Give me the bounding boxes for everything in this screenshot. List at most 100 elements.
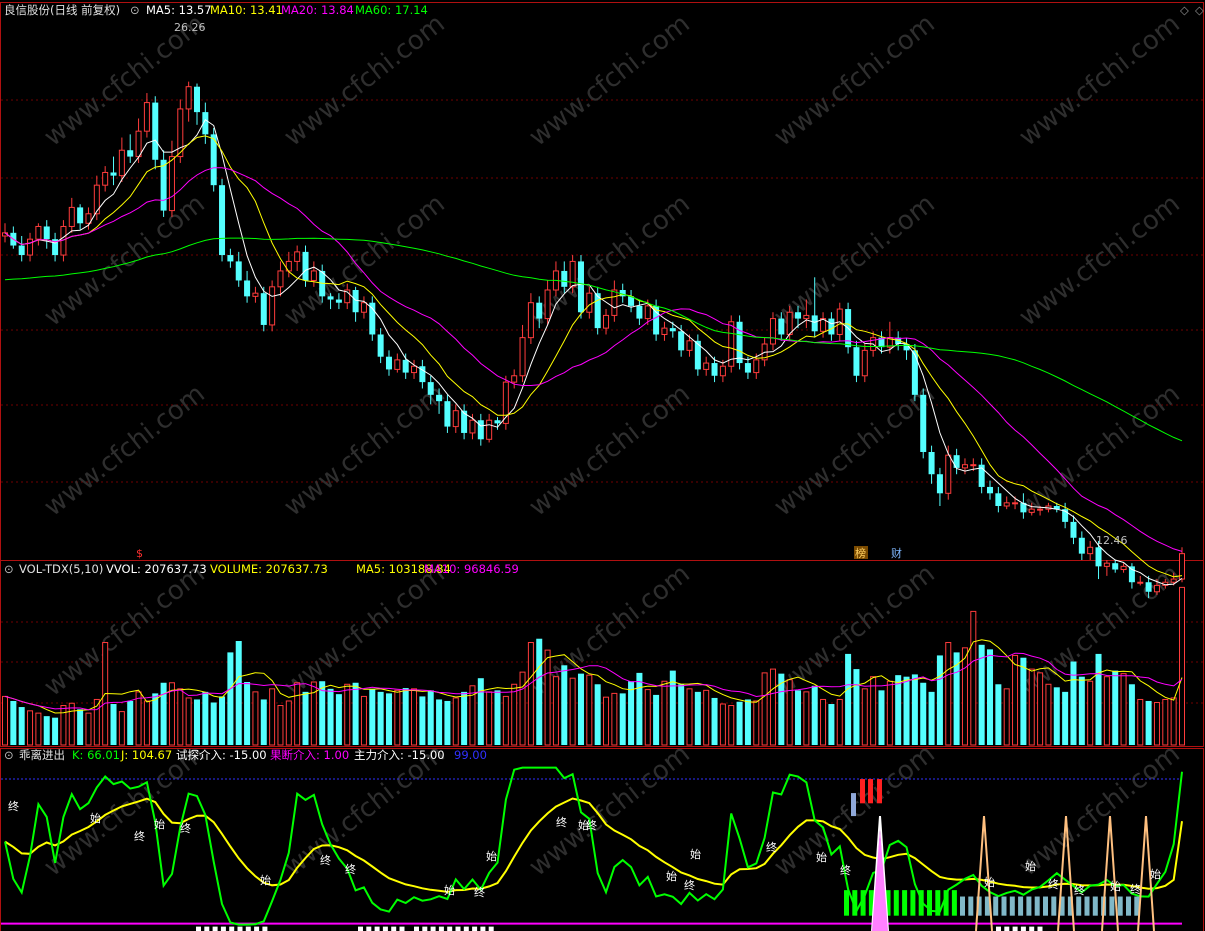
- volume-bar: [52, 717, 59, 745]
- vol-collapse-icon[interactable]: ⊙: [4, 562, 14, 576]
- volume-bar: [10, 700, 17, 745]
- volume-bar: [753, 700, 760, 746]
- volume-bar: [769, 668, 776, 746]
- watermark-text: www.cfchi.com: [39, 559, 211, 703]
- price-title: 良信股份(日线 前复权): [4, 3, 120, 17]
- signal-label: 始: [690, 847, 701, 861]
- volume-bar: [427, 690, 434, 745]
- signal-label: 终: [180, 821, 191, 835]
- volume-bar: [611, 692, 618, 746]
- signal-label: 始: [666, 869, 677, 883]
- volume-bar: [18, 707, 25, 745]
- candle: [1178, 553, 1186, 580]
- candle: [936, 474, 943, 494]
- candle: [68, 206, 75, 227]
- volume-bar: [461, 691, 468, 745]
- candle: [611, 289, 618, 316]
- volume-bar: [744, 699, 751, 745]
- volume-bar: [385, 693, 392, 745]
- volume-bar: [936, 655, 943, 745]
- vol-ma10-label: MA10: 96846.59: [424, 562, 519, 576]
- candle: [519, 337, 526, 377]
- watch-signal-bar: [1084, 896, 1090, 916]
- watermark-text: www.cfchi.com: [769, 9, 941, 153]
- volume-bar: [820, 698, 827, 746]
- signal-label: 终: [8, 799, 19, 813]
- volume-bar: [127, 700, 134, 745]
- volume-bar: [628, 681, 635, 745]
- buy-signal-bar: [902, 890, 908, 916]
- buy-signal-bar: [860, 890, 866, 916]
- signal-bar: [229, 926, 235, 931]
- volume-bar: [118, 711, 125, 746]
- signal-label: 终: [684, 878, 695, 892]
- volume-bar: [35, 712, 42, 746]
- signal-bar: [399, 926, 405, 931]
- volume-bar: [377, 691, 384, 745]
- volume-bar: [803, 691, 810, 746]
- volume-bar: [603, 696, 610, 746]
- watch-signal-bar: [1109, 896, 1115, 916]
- candle: [294, 251, 301, 262]
- candle: [18, 245, 25, 256]
- watch-signal-bar: [1051, 896, 1057, 916]
- signal-bar: [237, 926, 243, 931]
- collapse-icon[interactable]: ⊙: [130, 3, 140, 17]
- candle: [636, 305, 643, 319]
- volume-bar: [160, 682, 167, 745]
- signal-label: 始: [816, 850, 827, 864]
- volume-bar: [411, 688, 418, 746]
- signal-label: 终: [1074, 883, 1085, 897]
- signal-bar: [472, 926, 478, 931]
- candle: [678, 331, 685, 351]
- volume-bar: [703, 689, 710, 746]
- candle: [35, 225, 42, 240]
- candle: [252, 292, 259, 297]
- ind-guoduan-label: 果断介入: 1.00: [270, 748, 349, 762]
- volume-bar: [711, 697, 718, 745]
- candle: [945, 454, 952, 494]
- marker-bang[interactable]: 榜: [855, 546, 866, 560]
- candle: [1087, 546, 1094, 555]
- volume-bar: [1003, 688, 1010, 746]
- candle: [427, 382, 434, 395]
- ind-collapse-icon[interactable]: ⊙: [4, 748, 14, 762]
- candle: [970, 464, 977, 467]
- candle: [987, 486, 994, 494]
- marker-cai[interactable]: 财: [891, 546, 902, 560]
- watch-signal-bar: [1026, 896, 1032, 916]
- candle: [1112, 563, 1119, 570]
- candle: [911, 350, 918, 395]
- stock-chart[interactable]: www.cfchi.com www.cfchi.com www.cfchi.com w…: [0, 0, 1205, 931]
- buy-signal-bar: [918, 890, 924, 916]
- candle: [135, 130, 142, 158]
- volume-bar: [544, 649, 551, 746]
- volume-bar: [920, 682, 927, 745]
- candle: [1037, 508, 1044, 511]
- signal-bar: [422, 926, 428, 931]
- signal-bar: [391, 926, 397, 931]
- volume-bar: [502, 695, 509, 746]
- signal-bar: [1004, 926, 1010, 931]
- candle: [152, 102, 159, 160]
- volume-bar: [911, 674, 918, 745]
- volume-bar: [970, 610, 977, 746]
- candle: [1012, 502, 1019, 505]
- settings-diamond-icon[interactable]: ◇: [1180, 3, 1189, 17]
- watch-signal-bar: [1018, 896, 1024, 916]
- candle: [260, 293, 267, 325]
- candle: [177, 108, 184, 158]
- expand-icon[interactable]: ◇: [1195, 3, 1204, 17]
- candle: [352, 290, 359, 313]
- volume-bar: [694, 691, 701, 745]
- watermark-text: www.cfchi.com: [279, 9, 451, 153]
- candle: [436, 394, 443, 402]
- volume-bar: [552, 676, 559, 746]
- ma20-label: MA20: 13.84: [281, 3, 354, 17]
- candle: [310, 270, 317, 281]
- volume-bar: [202, 691, 209, 745]
- volume-bar: [870, 676, 877, 746]
- volume-bar: [845, 653, 852, 745]
- volume-bar: [511, 683, 518, 746]
- marker-s: $: [136, 547, 143, 560]
